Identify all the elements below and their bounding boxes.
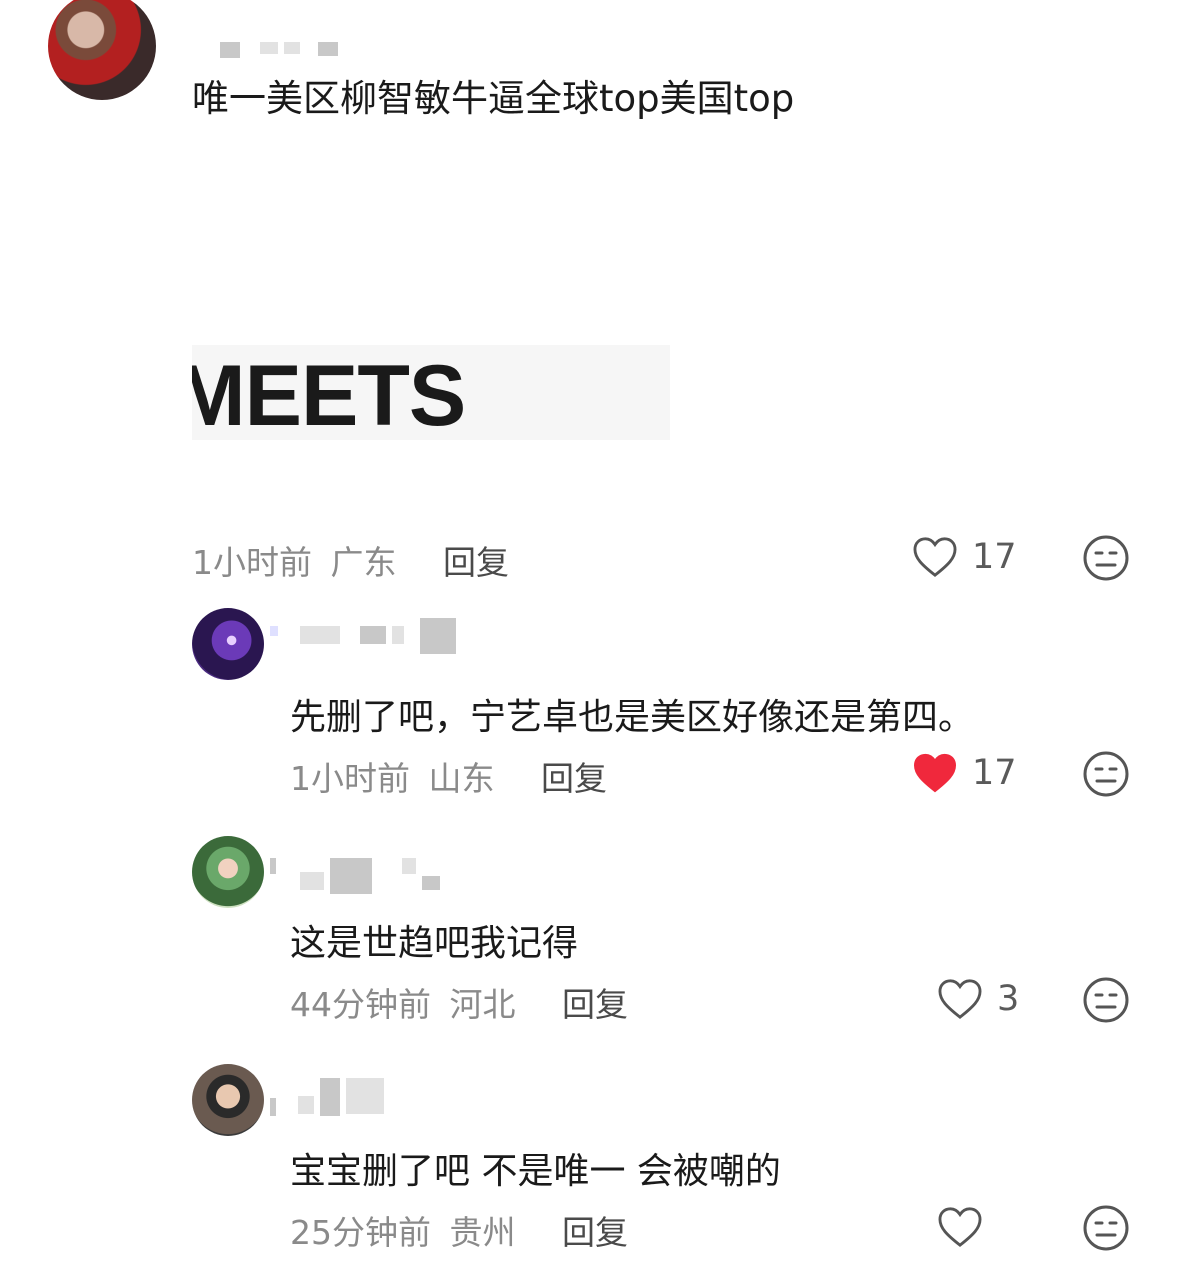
like-count: 17 <box>972 753 1017 793</box>
heart-outline-icon <box>913 537 957 577</box>
meh-face-icon[interactable] <box>1082 750 1130 798</box>
like-button[interactable]: 3 <box>937 978 1019 1020</box>
username-redacted[interactable] <box>270 858 440 894</box>
reply-time: 25分钟前 <box>290 1213 431 1252</box>
reply-avatar[interactable] <box>192 836 264 908</box>
reply-avatar[interactable] <box>192 1064 264 1136</box>
reply-button[interactable]: 回复 <box>541 759 607 798</box>
reply-meta: 44分钟前 河北 回复 <box>290 978 628 1026</box>
reply-meta: 25分钟前 贵州 回复 <box>290 1206 628 1254</box>
comment-location: 广东 <box>330 543 397 582</box>
reply-button[interactable]: 回复 <box>562 1213 628 1252</box>
reply-time: 44分钟前 <box>290 985 431 1024</box>
reply-location: 山东 <box>428 759 495 798</box>
reply-meta: 1小时前 山东 回复 <box>290 752 607 800</box>
comment-image-text: MEETS KAR <box>192 348 466 440</box>
like-button[interactable] <box>937 1206 997 1248</box>
like-count: 17 <box>972 537 1017 577</box>
commenter-avatar[interactable] <box>48 0 156 100</box>
username-redacted[interactable] <box>270 618 456 654</box>
comment-image[interactable]: MEETS KAR <box>192 345 670 440</box>
like-button[interactable]: 17 <box>912 752 1017 794</box>
username-redacted[interactable] <box>270 1078 384 1116</box>
reply-text: 宝宝删了吧 不是唯一 会被嘲的 <box>290 1151 781 1192</box>
reply-button[interactable]: 回复 <box>562 985 628 1024</box>
username-redacted[interactable] <box>220 42 338 58</box>
comment-time: 1小时前 <box>192 543 312 582</box>
reply-location: 河北 <box>449 985 516 1024</box>
reply-location: 贵州 <box>449 1213 516 1252</box>
heart-outline-icon <box>938 1207 982 1247</box>
heart-outline-icon <box>938 979 982 1019</box>
reply-text: 先删了吧，宁艺卓也是美区好像还是第四。 <box>290 697 975 738</box>
like-count: 3 <box>997 979 1020 1019</box>
reply-time: 1小时前 <box>290 759 410 798</box>
reply-avatar[interactable] <box>192 608 264 680</box>
reply-button[interactable]: 回复 <box>443 543 509 582</box>
heart-filled-icon <box>913 753 957 793</box>
comment-text: 唯一美区柳智敏牛逼全球top美国top <box>192 77 795 120</box>
reply-text: 这是世趋吧我记得 <box>290 923 579 964</box>
meh-face-icon[interactable] <box>1082 1204 1130 1252</box>
meh-face-icon[interactable] <box>1082 976 1130 1024</box>
comment-meta: 1小时前 广东 回复 <box>192 536 509 584</box>
meh-face-icon[interactable] <box>1082 534 1130 582</box>
like-button[interactable]: 17 <box>912 536 1017 578</box>
